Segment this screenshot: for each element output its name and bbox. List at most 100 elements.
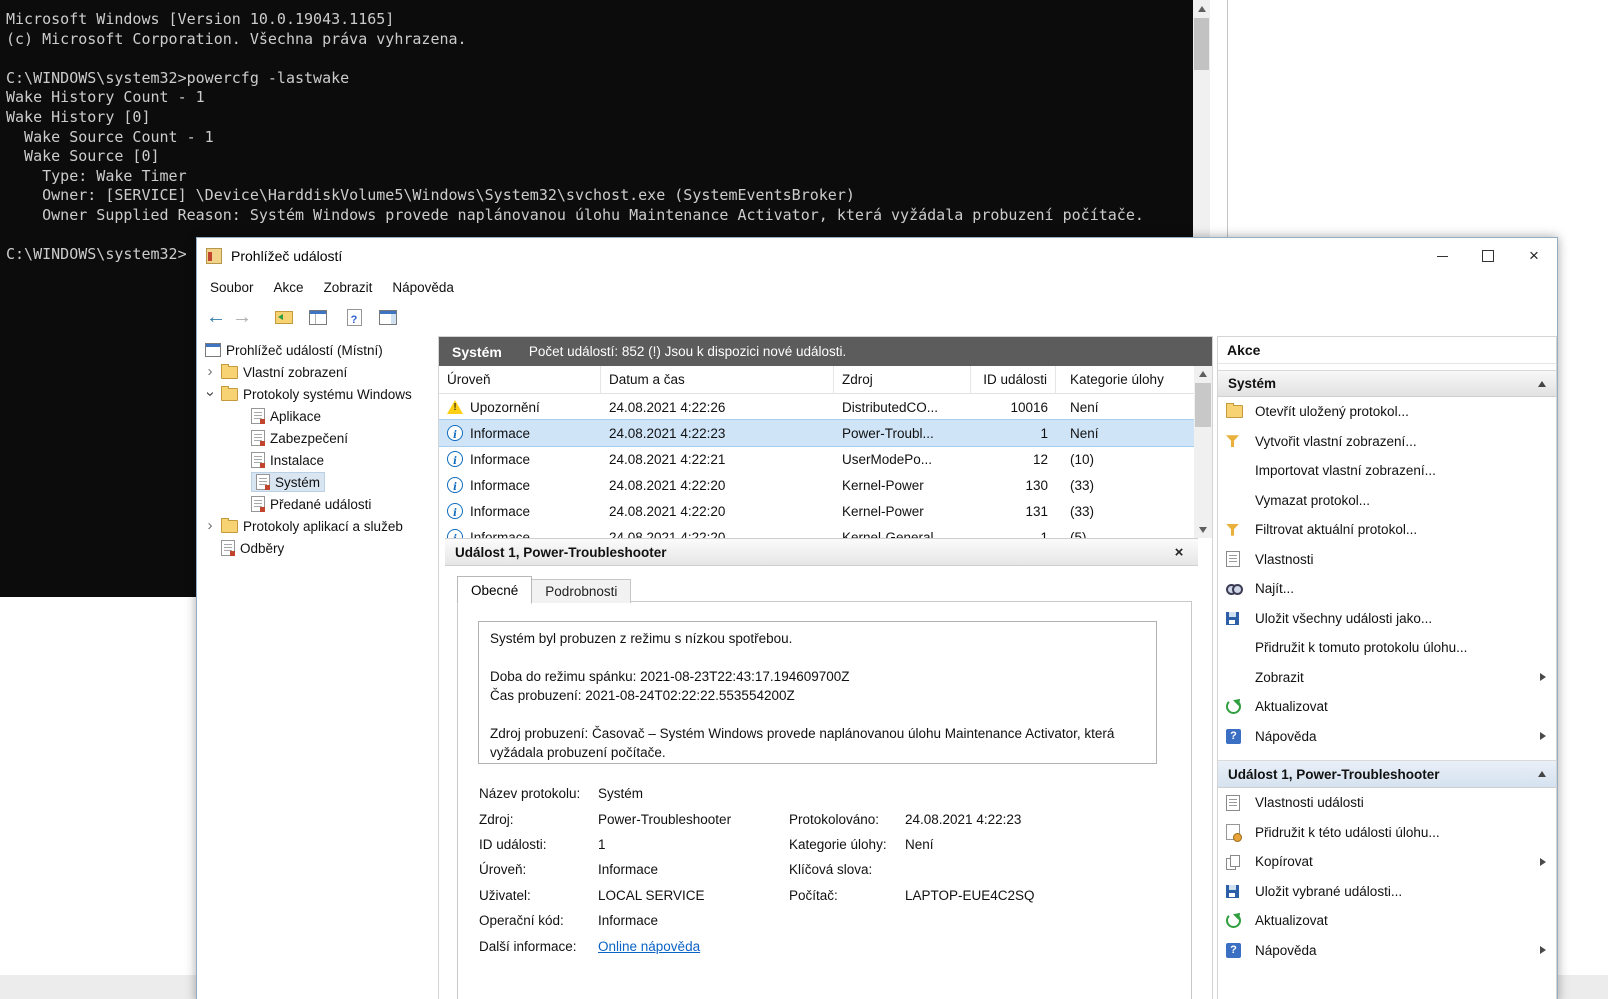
close-button[interactable]: ×: [1511, 238, 1557, 274]
event-fields: Název protokolu: Systém Zdroj: Power-Tro…: [479, 781, 1191, 959]
action-save-selected-events[interactable]: Uložit vybrané události...: [1218, 877, 1556, 907]
cell-event-id: 1: [971, 530, 1056, 539]
warning-icon: [447, 400, 463, 414]
action-copy[interactable]: Kopírovat: [1218, 847, 1556, 877]
action-attach-task-to-log[interactable]: Přidružit k tomuto protokolu úlohu...: [1218, 633, 1556, 663]
tree-item-windows-logs[interactable]: › Protokoly systému Windows: [199, 383, 437, 405]
tree-item-application[interactable]: Aplikace: [199, 405, 437, 427]
menu-bar: Soubor Akce Zobrazit Nápověda: [197, 274, 1557, 300]
scrollbar-thumb[interactable]: [1194, 18, 1209, 70]
cell-datetime: 24.08.2021 4:22:20: [601, 504, 834, 519]
console-tree-toggle-button[interactable]: [271, 304, 297, 330]
column-header-event-id[interactable]: ID události: [971, 366, 1056, 393]
scroll-up-icon[interactable]: [1193, 0, 1210, 17]
table-row[interactable]: Informace 24.08.2021 4:22:20 Kernel-Powe…: [439, 472, 1194, 498]
cell-category: (5): [1056, 530, 1194, 539]
action-import-custom-view[interactable]: Importovat vlastní zobrazení...: [1218, 456, 1556, 486]
field-label: Úroveň:: [479, 862, 598, 877]
maximize-button[interactable]: [1465, 238, 1511, 274]
tree-item-system[interactable]: Systém: [199, 471, 437, 493]
action-pane-toggle-button[interactable]: [375, 304, 401, 330]
tree-item-security[interactable]: Zabezpečení: [199, 427, 437, 449]
action-attach-task-to-event[interactable]: Přidružit k této události úlohu...: [1218, 818, 1556, 848]
action-create-custom-view[interactable]: Vytvořit vlastní zobrazení...: [1218, 427, 1556, 457]
column-header-datetime[interactable]: Datum a čas: [601, 366, 834, 393]
cell-source: Kernel-Power: [834, 504, 971, 519]
scrollbar-thumb[interactable]: [1195, 383, 1211, 427]
table-row[interactable]: Informace 24.08.2021 4:22:20 Kernel-Gene…: [439, 524, 1194, 538]
tree-item-label: Protokoly systému Windows: [243, 387, 412, 402]
action-properties[interactable]: Vlastnosti: [1218, 545, 1556, 575]
chevron-expanded-icon[interactable]: ›: [205, 387, 215, 401]
column-header-level[interactable]: Úroveň: [439, 366, 601, 393]
tree-item-label: Předané události: [270, 497, 371, 512]
tree-item-subscriptions[interactable]: Odběry: [199, 537, 437, 559]
cell-level: Informace: [470, 530, 530, 539]
menu-help[interactable]: Nápověda: [382, 280, 464, 295]
tree-item-custom-views[interactable]: › Vlastní zobrazení: [199, 361, 437, 383]
collapse-icon[interactable]: [1538, 771, 1546, 777]
toolbar: ← →: [197, 300, 1557, 335]
menu-view[interactable]: Zobrazit: [314, 280, 383, 295]
minimize-button[interactable]: [1419, 238, 1465, 274]
field-value: Informace: [598, 913, 789, 928]
event-description[interactable]: Systém byl probuzen z režimu s nízkou sp…: [478, 621, 1157, 764]
back-button[interactable]: ←: [203, 304, 229, 330]
tab-general[interactable]: Obecné: [457, 576, 532, 604]
tree-item-app-service-logs[interactable]: › Protokoly aplikací a služeb: [199, 515, 437, 537]
actions-section-event[interactable]: Událost 1, Power-Troubleshooter: [1218, 760, 1556, 788]
event-viewer-window: Prohlížeč událostí × Soubor Akce Zobrazi…: [196, 237, 1558, 999]
desktop: Microsoft Windows [Version 10.0.19043.11…: [0, 0, 1608, 999]
field-value: 24.08.2021 4:22:23: [905, 812, 1191, 827]
action-help[interactable]: Nápověda: [1218, 722, 1556, 752]
table-row-selected[interactable]: Informace 24.08.2021 4:22:23 Power-Troub…: [439, 420, 1194, 446]
tree-item-label: Vlastní zobrazení: [243, 365, 347, 380]
tree-item-root[interactable]: Prohlížeč událostí (Místní): [199, 339, 437, 361]
submenu-arrow-icon: [1540, 946, 1546, 954]
action-save-all-events-as[interactable]: Uložit všechny události jako...: [1218, 604, 1556, 634]
scroll-down-icon[interactable]: [1194, 522, 1212, 538]
table-row[interactable]: Informace 24.08.2021 4:22:21 UserModePo.…: [439, 446, 1194, 472]
tree-selection: Systém: [251, 472, 325, 492]
filter-icon: [1226, 524, 1239, 536]
column-header-category[interactable]: Kategorie úlohy: [1056, 366, 1194, 393]
action-refresh[interactable]: Aktualizovat: [1218, 692, 1556, 722]
tab-details[interactable]: Podrobnosti: [532, 579, 631, 603]
event-list-scrollbar[interactable]: [1194, 366, 1212, 538]
column-header-source[interactable]: Zdroj: [834, 366, 971, 393]
info-icon: [447, 529, 463, 538]
table-row[interactable]: Upozornění 24.08.2021 4:22:26 Distribute…: [439, 394, 1194, 420]
actions-section-system[interactable]: Systém: [1218, 370, 1556, 397]
action-find[interactable]: Najít...: [1218, 574, 1556, 604]
online-help-link[interactable]: Online nápověda: [598, 939, 700, 954]
cell-category: Není: [1056, 400, 1194, 415]
cell-level: Informace: [470, 478, 530, 493]
event-viewer-root-icon: [205, 343, 221, 357]
table-row[interactable]: Informace 24.08.2021 4:22:20 Kernel-Powe…: [439, 498, 1194, 524]
title-bar[interactable]: Prohlížeč událostí ×: [197, 238, 1557, 274]
detail-close-icon[interactable]: ×: [1170, 544, 1188, 561]
menu-file[interactable]: Soubor: [200, 280, 264, 295]
chevron-right-icon[interactable]: ›: [203, 521, 217, 531]
action-view[interactable]: Zobrazit: [1218, 663, 1556, 693]
chevron-right-icon[interactable]: ›: [203, 367, 217, 377]
menu-action[interactable]: Akce: [264, 280, 314, 295]
action-event-properties[interactable]: Vlastnosti události: [1218, 788, 1556, 818]
action-open-saved-log[interactable]: Otevřít uložený protokol...: [1218, 397, 1556, 427]
refresh-icon: [1226, 913, 1241, 928]
action-help-event[interactable]: Nápověda: [1218, 936, 1556, 966]
window-pane-button[interactable]: [305, 304, 331, 330]
tree-item-setup[interactable]: Instalace: [199, 449, 437, 471]
forward-button[interactable]: →: [229, 304, 255, 330]
help-button[interactable]: [341, 304, 367, 330]
tree-item-forwarded-events[interactable]: Předané události: [199, 493, 437, 515]
action-clear-log[interactable]: Vymazat protokol...: [1218, 486, 1556, 516]
window-content: Prohlížeč událostí (Místní) › Vlastní zo…: [197, 334, 1557, 999]
log-summary-bar: Systém Počet událostí: 852 (!) Jsou k di…: [439, 337, 1212, 366]
action-filter-current-log[interactable]: Filtrovat aktuální protokol...: [1218, 515, 1556, 545]
action-refresh-event[interactable]: Aktualizovat: [1218, 906, 1556, 936]
collapse-icon[interactable]: [1538, 381, 1546, 387]
tree-item-label: Odběry: [240, 541, 284, 556]
scroll-up-icon[interactable]: [1194, 366, 1212, 382]
field-value: Power-Troubleshooter: [598, 812, 789, 827]
